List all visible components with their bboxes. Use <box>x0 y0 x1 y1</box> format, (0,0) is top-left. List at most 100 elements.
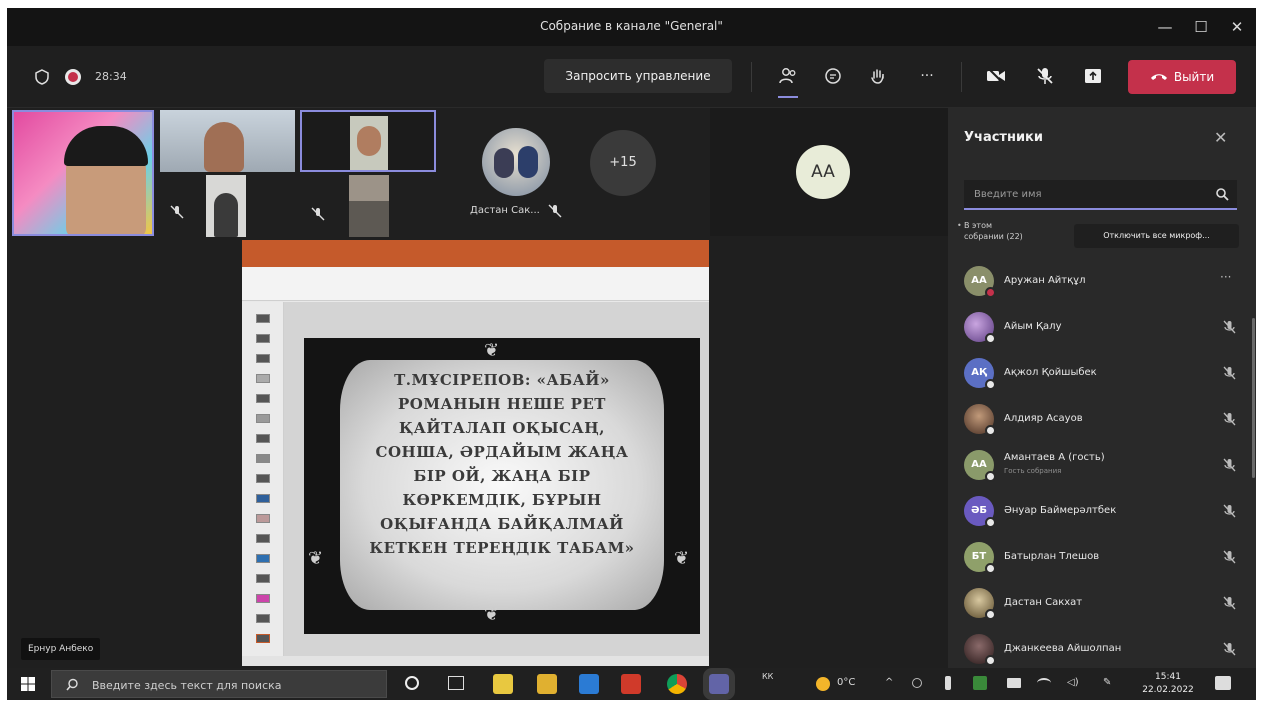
people-icon <box>779 68 796 84</box>
participant-row[interactable]: АА Аружан Айтқұл ··· <box>948 258 1248 304</box>
taskbar-clock[interactable]: 15:41 22.02.2022 <box>1137 671 1199 697</box>
ppt-slide-thumbnails <box>242 302 284 656</box>
overflow-participants-button[interactable]: +15 <box>590 130 656 196</box>
request-control-button[interactable]: Запросить управление <box>544 59 732 93</box>
panel-scrollbar[interactable] <box>1252 318 1255 478</box>
avatar: АҚ <box>964 358 996 390</box>
usb-icon[interactable] <box>945 676 951 690</box>
language-indicator[interactable]: КК <box>762 672 773 681</box>
weather-icon <box>816 677 830 691</box>
mic-off-icon <box>311 207 325 221</box>
avatar: ӘБ <box>964 496 996 528</box>
participant-row[interactable]: АҚ Ақжол Қойшыбек <box>948 350 1248 396</box>
avatar <box>964 588 996 620</box>
volume-icon[interactable]: ◁) <box>1067 677 1079 688</box>
meeting-timer: 28:34 <box>95 70 127 83</box>
participant-row[interactable]: Джанкеева Айшолпан <box>948 626 1248 672</box>
battery-icon[interactable] <box>1007 678 1021 688</box>
chat-icon <box>825 68 841 84</box>
mic-toggle-button[interactable] <box>1029 60 1061 92</box>
mic-off-icon <box>1223 642 1236 656</box>
tray-app-icon[interactable] <box>973 676 987 690</box>
avatar <box>964 634 996 666</box>
video-tile-5[interactable] <box>349 175 389 237</box>
participant-row[interactable]: Алдияр Асауов <box>948 396 1248 442</box>
more-actions-button[interactable]: ··· <box>911 60 943 92</box>
participant-role: Гость собрания <box>1004 467 1062 475</box>
tray-app-icon[interactable] <box>912 678 922 688</box>
more-options-button[interactable]: ··· <box>1220 270 1231 284</box>
ppt-status-bar <box>242 656 709 666</box>
participant-name: Батырлан Тлешов <box>1004 551 1100 562</box>
camera-off-icon <box>987 67 1005 85</box>
tray-chevron-icon[interactable]: ^ <box>885 677 893 688</box>
share-screen-button[interactable] <box>1077 60 1109 92</box>
maximize-button[interactable]: ☐ <box>1183 14 1219 40</box>
weather-temp[interactable]: 0°C <box>837 677 855 688</box>
participant-name: Ақжол Қойшыбек <box>1004 367 1097 378</box>
app-icon-notes[interactable] <box>493 674 513 694</box>
video-tile-3[interactable] <box>300 110 436 172</box>
participant-name: Айым Қалу <box>1004 321 1062 332</box>
chrome-icon[interactable] <box>667 674 687 694</box>
taskbar-search-input[interactable]: Введите здесь текст для поиска <box>51 670 387 698</box>
teams-icon[interactable] <box>703 668 735 700</box>
video-tile-4[interactable] <box>206 175 246 237</box>
participant-name: Джанкеева Айшолпан <box>1004 643 1122 654</box>
windows-start-icon[interactable] <box>21 677 35 691</box>
cortana-icon[interactable] <box>405 676 419 690</box>
taskbar-search-placeholder: Введите здесь текст для поиска <box>92 679 282 692</box>
participant-row[interactable]: Дастан Сакхат <box>948 580 1248 626</box>
leave-button[interactable]: Выйти <box>1128 60 1236 94</box>
ppt-ribbon <box>242 267 709 301</box>
video-tile-self[interactable] <box>12 110 154 236</box>
participant-row[interactable]: АА Амантаев А (гость) Гость собрания <box>948 442 1248 488</box>
participants-button[interactable] <box>772 60 804 98</box>
minimize-button[interactable]: — <box>1147 14 1183 40</box>
slide: ❦ ❦ ❦ ❦ Т.МҰСІРЕПОВ: «АБАЙ» РОМАНЫН НЕШЕ… <box>304 338 700 634</box>
file-explorer-icon[interactable] <box>537 674 557 694</box>
shared-screen[interactable]: ❦ ❦ ❦ ❦ Т.МҰСІРЕПОВ: «АБАЙ» РОМАНЫН НЕШЕ… <box>242 240 709 666</box>
mic-off-icon <box>548 204 562 218</box>
pen-icon[interactable]: ✎ <box>1103 677 1111 688</box>
search-icon <box>66 678 78 691</box>
reactions-button[interactable] <box>862 60 894 92</box>
participant-search-input[interactable]: Введите имя <box>964 180 1237 210</box>
search-icon <box>1216 188 1229 201</box>
recording-icon <box>65 69 81 85</box>
close-window-button[interactable]: ✕ <box>1219 14 1255 40</box>
hang-up-icon <box>1150 74 1167 80</box>
avatar: AA <box>796 145 850 199</box>
video-hair <box>64 126 148 166</box>
participant-row[interactable]: ӘБ Әнуар Баймерәлтбек <box>948 488 1248 534</box>
notifications-icon[interactable] <box>1215 676 1231 690</box>
avatar: АА <box>964 450 996 482</box>
section-label[interactable]: В этом собрании (22) <box>957 220 1034 242</box>
participant-name: Аружан Айтқұл <box>1004 275 1086 286</box>
mute-all-button[interactable]: Отключить все микроф... <box>1074 224 1239 248</box>
chat-button[interactable] <box>817 60 849 92</box>
video-tile-2[interactable] <box>160 110 295 172</box>
app-icon-red[interactable] <box>621 674 641 694</box>
teams-window: Собрание в канале "General" — ☐ ✕ 28:34 … <box>7 8 1256 700</box>
camera-toggle-button[interactable] <box>980 60 1012 92</box>
ppt-title-bar <box>242 240 709 256</box>
network-icon[interactable] <box>1037 678 1051 688</box>
mail-icon[interactable] <box>579 674 599 694</box>
participant-row[interactable]: Айым Қалу <box>948 304 1248 350</box>
participant-name: Дастан Сакхат <box>1004 597 1083 608</box>
avatar <box>964 404 996 436</box>
avatar <box>964 312 996 344</box>
mic-off-icon <box>170 205 184 219</box>
mic-off-icon <box>1223 504 1236 518</box>
panel-title: Участники <box>964 130 1043 145</box>
participant-photo-avatar[interactable] <box>482 128 550 196</box>
close-panel-button[interactable]: ✕ <box>1214 128 1227 147</box>
tile-participant-name: Дастан Сак... <box>470 205 540 216</box>
mic-off-icon <box>1223 596 1236 610</box>
task-view-icon[interactable] <box>448 676 464 690</box>
mic-off-icon <box>1223 458 1236 472</box>
participant-row[interactable]: БТ Батырлан Тлешов <box>948 534 1248 580</box>
slide-quote: Т.МҰСІРЕПОВ: «АБАЙ» РОМАНЫН НЕШЕ РЕТ ҚАЙ… <box>369 371 635 557</box>
title-bar: Собрание в канале "General" — ☐ ✕ <box>7 8 1256 46</box>
